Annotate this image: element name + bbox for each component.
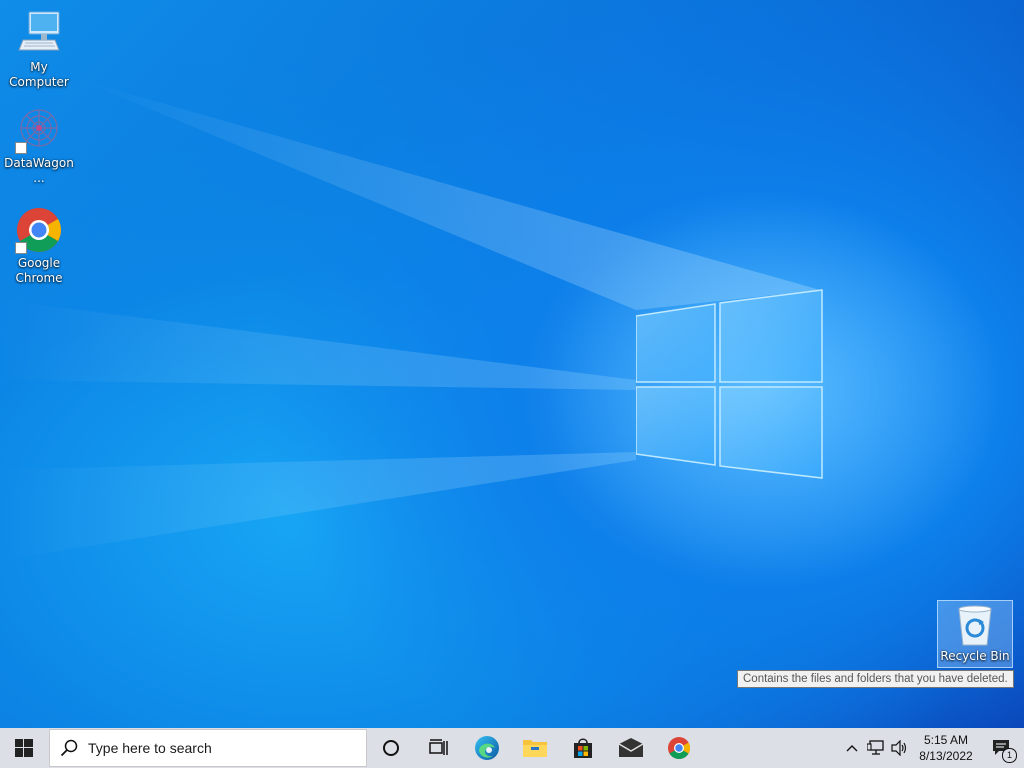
desktop-icon-datawagon[interactable]: DataWagon...	[1, 106, 77, 186]
wallpaper-light-beams	[0, 80, 1000, 590]
desktop-icon-google-chrome[interactable]: Google Chrome	[1, 206, 77, 286]
cortana-icon	[383, 740, 399, 756]
clock-date: 8/13/2022	[919, 749, 973, 763]
task-view-icon	[429, 739, 448, 755]
chrome-taskbar-button[interactable]	[655, 728, 703, 768]
chrome-icon	[15, 206, 63, 254]
desktop-icon-label: Google Chrome	[15, 256, 63, 285]
chrome-icon	[668, 737, 690, 759]
speaker-icon	[891, 740, 907, 756]
desktop-icon-label: DataWagon...	[4, 156, 74, 185]
mail-button[interactable]	[607, 728, 655, 768]
system-tray: 5:15 AM 8/13/2022 1	[840, 728, 1024, 768]
clock-time: 5:15 AM	[923, 733, 969, 747]
task-view-button[interactable]	[415, 728, 463, 768]
desktop-icon-recycle-bin[interactable]: Recycle Bin	[937, 600, 1013, 668]
volume-button[interactable]	[888, 728, 912, 768]
shortcut-arrow-icon	[15, 242, 27, 254]
taskbar-search-box[interactable]: Type here to search	[49, 729, 367, 767]
show-hidden-icons-button[interactable]	[840, 728, 864, 768]
recycle-bin-tooltip: Contains the files and folders that you …	[737, 670, 1014, 688]
windows-logo	[636, 289, 823, 479]
network-button[interactable]	[864, 728, 888, 768]
recycle-bin-label: Recycle Bin	[940, 649, 1010, 663]
desktop-icon-my-computer[interactable]: My Computer	[1, 10, 77, 90]
search-icon	[60, 739, 78, 757]
start-button[interactable]	[0, 728, 48, 768]
computer-icon	[15, 10, 63, 58]
search-placeholder: Type here to search	[88, 740, 212, 756]
file-explorer-button[interactable]	[511, 728, 559, 768]
shortcut-arrow-icon	[15, 142, 27, 154]
network-icon	[867, 740, 884, 755]
edge-icon	[475, 736, 499, 760]
chevron-up-icon	[846, 745, 858, 752]
recycle-bin-icon	[953, 603, 997, 647]
desktop[interactable]: My Computer DataWagon... Google Chrome R…	[0, 0, 1024, 728]
taskbar-clock[interactable]: 5:15 AM 8/13/2022	[912, 732, 980, 764]
file-explorer-icon	[523, 740, 547, 757]
start-icon	[15, 739, 33, 757]
edge-button[interactable]	[463, 728, 511, 768]
desktop-icon-label: My Computer	[9, 60, 69, 89]
store-icon	[574, 738, 592, 758]
taskbar: Type here to search 5:15 AM 8/13/2022 1	[0, 728, 1024, 768]
store-button[interactable]	[559, 728, 607, 768]
datawagon-icon	[15, 106, 63, 154]
notification-count-badge: 1	[1002, 748, 1017, 763]
action-center-button[interactable]: 1	[980, 728, 1024, 768]
mail-icon	[618, 738, 644, 757]
cortana-button[interactable]	[367, 728, 415, 768]
